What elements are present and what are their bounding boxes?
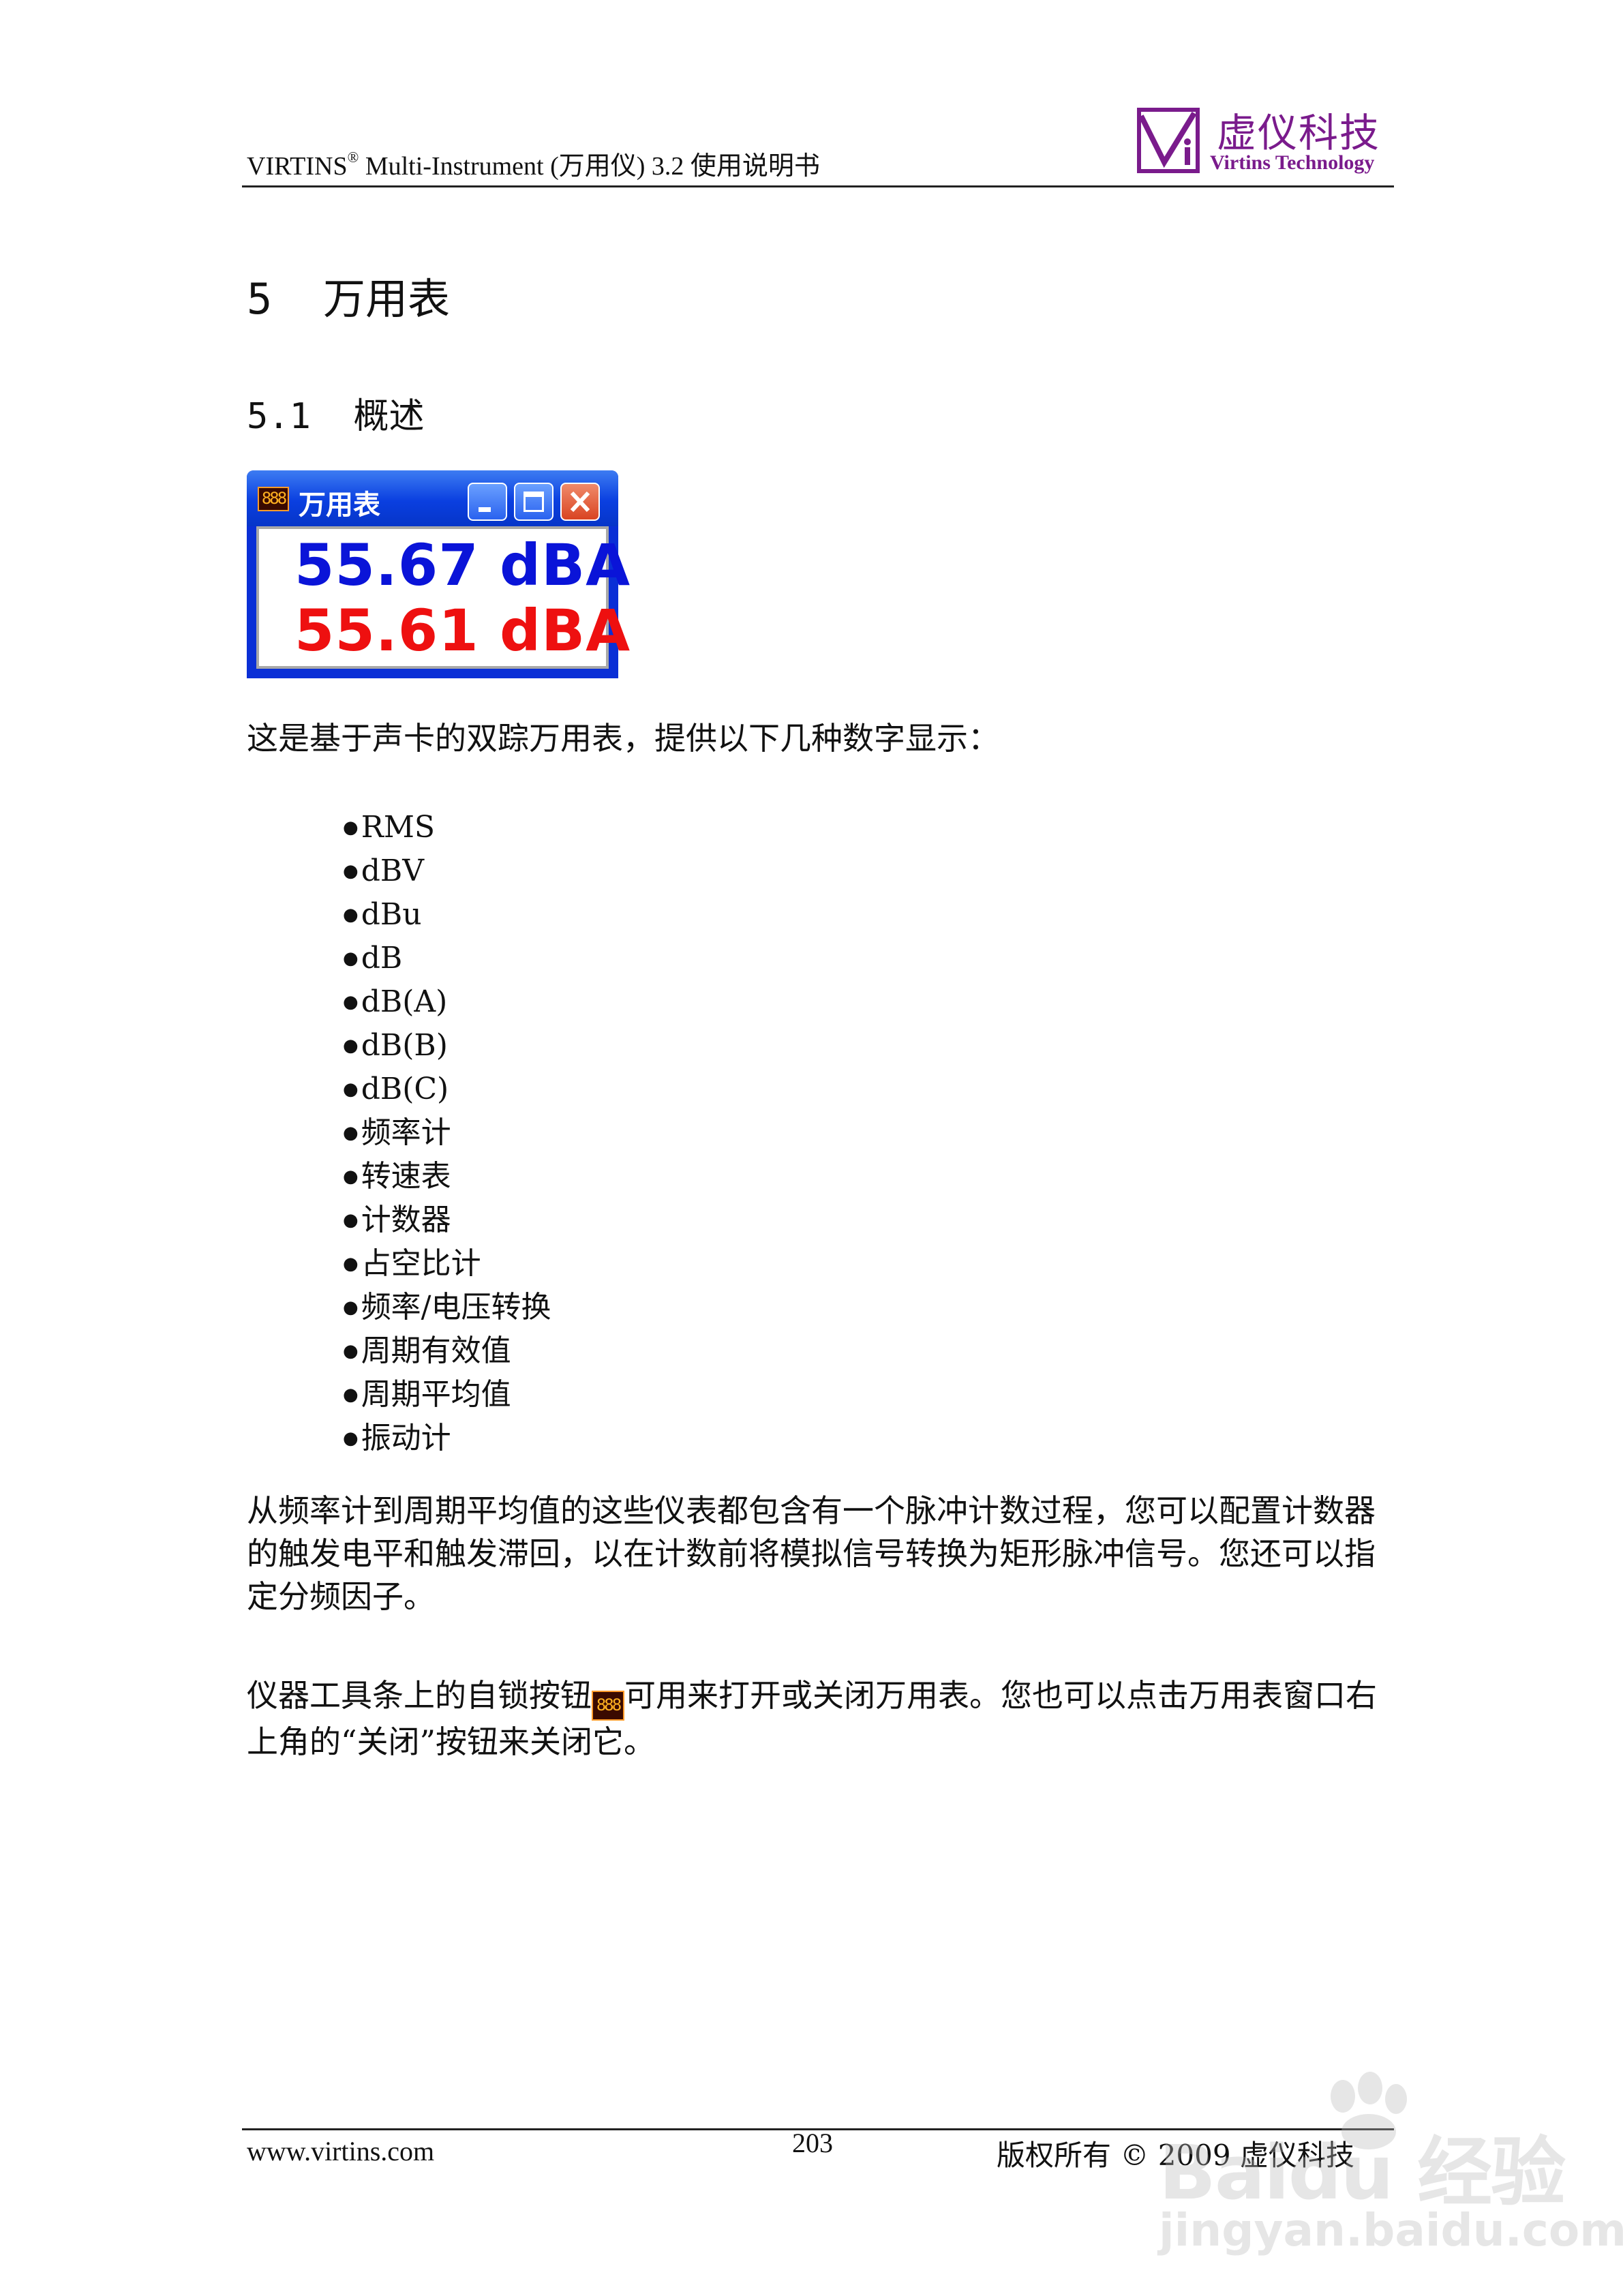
maximize-icon — [524, 492, 544, 512]
display-types-list: RMS dBV dBu dB dB(A) dB(B) dB(C) 频率计 转速表… — [343, 806, 551, 1460]
footer-url[interactable]: www.virtins.com — [247, 2135, 434, 2167]
subsection-heading: 5.1 概述 — [247, 396, 425, 437]
minimize-button[interactable] — [468, 483, 507, 521]
baidu-watermark: Baidu 经验 jingyan.baidu.com — [1159, 2069, 1623, 2274]
section-heading: 5 万用表 — [247, 274, 450, 324]
list-item: 频率/电压转换 — [343, 1286, 551, 1329]
intro-paragraph: 这是基于声卡的双踪万用表，提供以下几种数字显示： — [247, 720, 999, 757]
header-divider — [242, 185, 1394, 187]
list-item: 计数器 — [343, 1198, 551, 1242]
page-number: 203 — [792, 2128, 833, 2158]
maximize-button[interactable] — [514, 483, 553, 521]
list-item: 频率计 — [343, 1111, 551, 1155]
channel-b-reading: 55.61 dBA — [294, 597, 631, 664]
list-item: dB — [343, 937, 551, 980]
logo-chinese-name: 虚仪科技 — [1217, 110, 1381, 156]
list-item: 周期平均值 — [343, 1373, 551, 1417]
list-item: 占空比计 — [343, 1242, 551, 1286]
header-title: VIRTINS® Multi-Instrument (万用仪) 3.2 使用说明… — [247, 149, 820, 181]
list-item: RMS — [343, 806, 551, 849]
minimize-icon — [479, 507, 491, 512]
window-titlebar[interactable]: 888 万用表 — [247, 470, 618, 526]
list-item: dB(B) — [343, 1024, 551, 1068]
close-icon — [570, 491, 590, 513]
channel-a-reading: 55.67 dBA — [294, 532, 631, 599]
virtins-logo-icon — [1137, 108, 1200, 173]
multimeter-window: 888 万用表 55.67 dBA 55.61 dBA — [247, 470, 630, 678]
counter-paragraph: 从频率计到周期平均值的这些仪表都包含有一个脉冲计数过程，您可以配置计数器的触发电… — [247, 1492, 1376, 1615]
list-item: 转速表 — [343, 1155, 551, 1198]
multimeter-toolbar-icon: 888 — [592, 1691, 624, 1721]
multimeter-app-icon: 888 — [258, 487, 289, 511]
list-item: 周期有效值 — [343, 1329, 551, 1373]
watermark-url: jingyan.baidu.com — [1159, 2204, 1623, 2256]
toolbar-paragraph: 仪器工具条上的自锁按钮 888 可用来打开或关闭万用表。您也可以点击万用表窗口右上角… — [247, 1677, 1377, 1760]
list-item: 振动计 — [343, 1417, 551, 1460]
window-title: 万用表 — [299, 489, 380, 521]
list-item: dBu — [343, 893, 551, 937]
close-button[interactable] — [560, 483, 600, 521]
list-item: dB(A) — [343, 980, 551, 1024]
logo-english-name: Virtins Technology — [1210, 151, 1375, 174]
list-item: dBV — [343, 849, 551, 893]
readings-display: 55.67 dBA 55.61 dBA — [256, 526, 630, 669]
list-item: dB(C) — [343, 1068, 551, 1111]
